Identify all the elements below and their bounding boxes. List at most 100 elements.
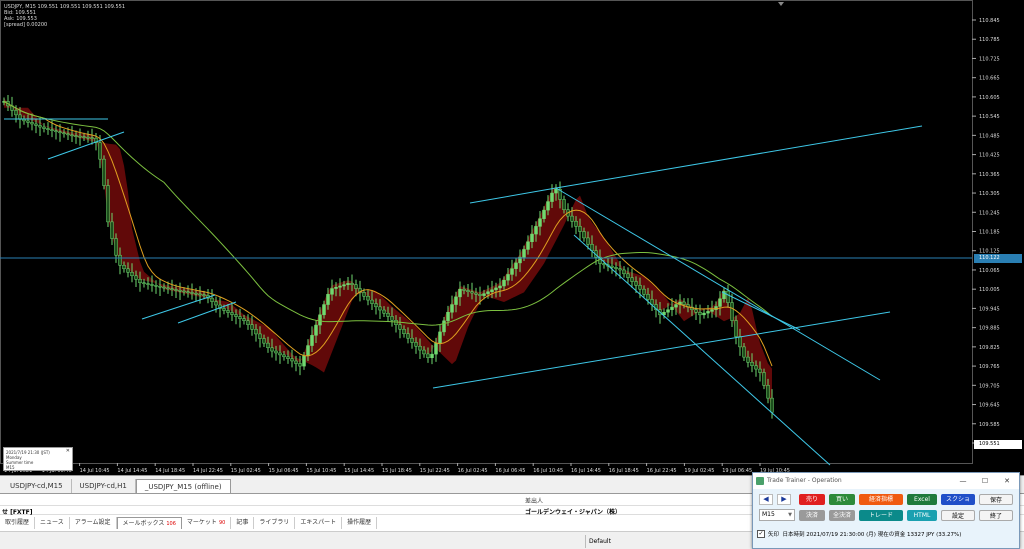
buy-button[interactable]: 買い — [829, 494, 855, 505]
price-chart[interactable]: 110.845 110.785 110.725 110.665 110.605 110.5… — [0, 0, 1024, 475]
candle-body — [642, 288, 646, 295]
x-tick-label: 14 Jul 10:45 — [80, 468, 110, 474]
terminal-tab[interactable]: メールボックス 106 — [116, 517, 182, 529]
candle-body — [246, 320, 250, 325]
terminal-tab[interactable]: エキスパート — [295, 517, 343, 529]
candle-body — [622, 269, 626, 275]
candle-body — [222, 308, 226, 311]
candle-body — [390, 316, 394, 321]
candle-body — [78, 135, 82, 138]
html-button[interactable]: HTML — [907, 510, 937, 521]
chart-frame — [0, 0, 973, 464]
candle-body — [230, 312, 234, 315]
candle-body — [346, 283, 350, 285]
trade-trainer-window: Trade Trainer - Operation — ☐ ✕ ◀ ▶ 売り 買… — [752, 472, 1020, 549]
maximize-icon[interactable]: ☐ — [977, 473, 993, 489]
candle-body — [738, 336, 742, 348]
candle-body — [38, 125, 42, 128]
prev-arrow-icon[interactable]: ◀ — [759, 494, 773, 505]
y-tick-label: 110.545 — [979, 114, 1000, 120]
candle-body — [638, 285, 642, 290]
trainer-status: 矢印 日本時刻 2021/07/19 21:30:00 (月) 現在の資金 13… — [768, 530, 961, 538]
x-tick-label: 14 Jul 18:45 — [155, 468, 185, 474]
candle-body — [282, 354, 286, 358]
save-button[interactable]: 保存 — [979, 494, 1013, 505]
terminal-tab[interactable]: 取引履歴 — [0, 517, 36, 529]
candle-body — [374, 303, 378, 308]
candle-body — [298, 363, 302, 367]
settle-all-button[interactable]: 全決済 — [829, 510, 855, 521]
candle-body — [626, 273, 630, 278]
close-icon[interactable]: ✕ — [66, 449, 70, 454]
settle-button[interactable]: 決済 — [799, 510, 825, 521]
mail-sender: ゴールデンウェイ・ジャパン（株） — [525, 509, 622, 516]
candle-body — [66, 133, 70, 136]
candle-body — [426, 353, 430, 359]
y-tick-label: 109.585 — [979, 422, 1000, 428]
exit-button[interactable]: 終了 — [979, 510, 1013, 521]
settings-button[interactable]: 設定 — [941, 510, 975, 521]
candle-body — [502, 279, 506, 287]
candle-body — [242, 318, 246, 321]
candle-body — [382, 309, 386, 314]
candle-body — [466, 290, 470, 292]
minimize-icon[interactable]: — — [955, 473, 971, 489]
candle-body — [670, 306, 674, 310]
x-tick-label: 19 Jul 02:45 — [684, 468, 714, 474]
candle-body — [14, 110, 18, 116]
candle-body — [330, 288, 334, 295]
terminal-tab[interactable]: 記事 — [231, 517, 255, 529]
candle-body — [98, 142, 102, 160]
sell-button[interactable]: 売り — [799, 494, 825, 505]
candle-body — [50, 129, 54, 131]
terminal-tab[interactable]: アラーム設定 — [70, 517, 117, 529]
candle-body — [446, 312, 450, 322]
candle-body — [82, 136, 86, 138]
candle-body — [102, 158, 106, 186]
chart-canvas[interactable]: 110.845 110.785 110.725 110.665 110.605 110.5… — [0, 0, 1024, 475]
screenshot-button[interactable]: スクショ — [941, 494, 975, 505]
terminal-tab[interactable]: マーケット 90 — [182, 517, 232, 529]
column-sender[interactable]: 差出人 — [525, 496, 543, 505]
candle-body — [534, 226, 538, 235]
chart-tab-h1[interactable]: USDJPY-cd,H1 — [72, 479, 136, 493]
candle-body — [214, 301, 218, 306]
candle-body — [762, 372, 766, 386]
candle-body — [474, 292, 478, 295]
candle-body — [278, 352, 282, 356]
terminal-tab[interactable]: ニュース — [35, 517, 70, 529]
chart-tab-m15[interactable]: USDJPY-cd,M15 — [2, 479, 72, 493]
candle-body — [522, 249, 526, 258]
candle-body — [110, 221, 114, 239]
candle-body — [410, 337, 414, 343]
terminal-tab[interactable]: 操作履歴 — [342, 517, 378, 529]
excel-button[interactable]: Excel — [907, 494, 937, 505]
y-tick-label: 110.305 — [979, 191, 1000, 197]
candle-body — [458, 288, 462, 298]
terminal-tab[interactable]: ライブラリ — [254, 517, 296, 529]
candle-body — [366, 295, 370, 301]
economic-indicators-button[interactable]: 経済指標 — [859, 494, 903, 505]
timeframe-select[interactable]: M15 ▼ — [759, 509, 795, 521]
next-arrow-icon[interactable]: ▶ — [777, 494, 791, 505]
candle-body — [130, 272, 134, 277]
terminal-tab-label: アラーム設定 — [74, 519, 111, 526]
trainer-titlebar[interactable]: Trade Trainer - Operation — ☐ ✕ — [753, 473, 1019, 489]
trade-button[interactable]: トレード — [859, 510, 903, 521]
candle-body — [266, 342, 270, 349]
close-icon[interactable]: ✕ — [999, 473, 1015, 489]
candle-body — [422, 349, 426, 355]
candle-body — [370, 299, 374, 304]
candle-body — [34, 123, 38, 126]
candle-body — [158, 285, 162, 288]
chart-tab-offline[interactable]: _USDJPY_M15 (offline) — [135, 479, 231, 493]
shift-marker-icon[interactable] — [778, 2, 784, 6]
arrow-checkbox[interactable]: ✓ — [757, 530, 765, 538]
trend-line — [555, 125, 923, 189]
candle-body — [550, 192, 554, 202]
candle-body — [742, 346, 746, 358]
candle-body — [614, 267, 618, 269]
trend-line — [573, 234, 831, 466]
candle-body — [126, 268, 130, 273]
candle-body — [174, 289, 178, 291]
